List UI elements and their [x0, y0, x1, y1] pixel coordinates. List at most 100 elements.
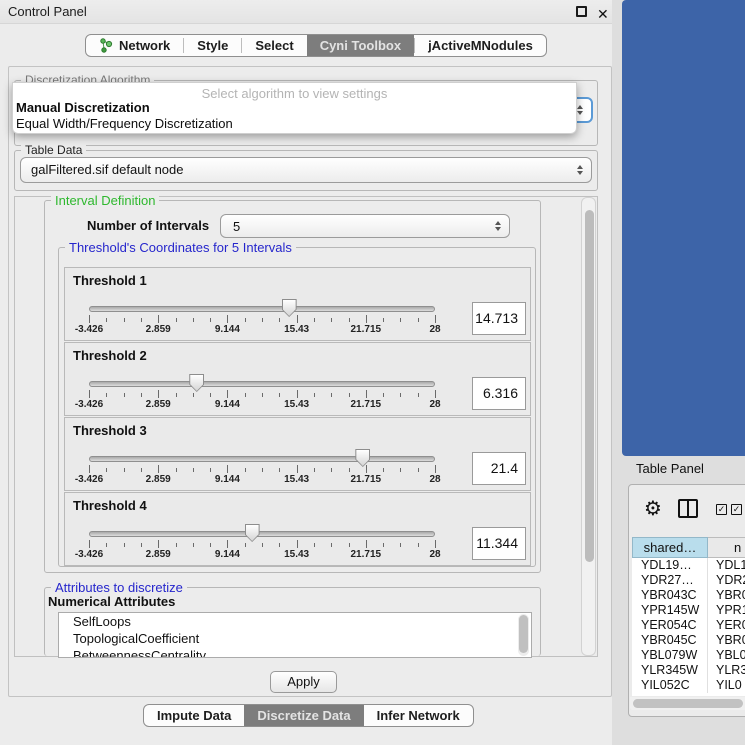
threshold-value-field[interactable]: 21.4 [472, 452, 526, 485]
cell-shared-name[interactable]: YPR145W [632, 603, 708, 618]
tab-infer-network[interactable]: Infer Network [364, 705, 473, 726]
top-tab-bar: Network Style Select Cyni Toolbox jActiv… [85, 34, 547, 57]
table-horizontal-scrollbar-thumb[interactable] [633, 699, 743, 708]
attribute-list-item[interactable]: TopologicalCoefficient [59, 630, 531, 647]
column-header-shared-name[interactable]: shared… [632, 537, 708, 558]
tick-label: 28 [429, 399, 440, 410]
tick-label: 2.859 [146, 324, 171, 335]
table-row[interactable]: YBL079WYBL0 [632, 648, 745, 663]
cell-name[interactable]: YLR3 [708, 663, 745, 678]
threshold-slider-track[interactable] [89, 531, 435, 537]
algorithm-popup-hint: Select algorithm to view settings [13, 83, 576, 100]
control-panel-title: Control Panel [8, 4, 87, 19]
cell-name[interactable]: YDR2 [708, 573, 745, 588]
cell-name[interactable]: YBR0 [708, 588, 745, 603]
cell-name[interactable]: YBL0 [708, 648, 745, 663]
cell-shared-name[interactable]: YDL19… [632, 558, 708, 573]
table-row[interactable]: YDL19…YDL1 [632, 558, 745, 573]
attribute-list-item[interactable]: BetweennessCentrality [59, 647, 531, 658]
cell-shared-name[interactable]: YBL079W [632, 648, 708, 663]
tick-label: -3.426 [75, 474, 103, 485]
tab-cyni-toolbox[interactable]: Cyni Toolbox [307, 35, 414, 56]
table-data-combobox[interactable]: galFiltered.sif default node [20, 157, 592, 183]
tick-label: -3.426 [75, 549, 103, 560]
table-horizontal-scrollbar[interactable] [630, 697, 745, 710]
threshold-value-field[interactable]: 14.713 [472, 302, 526, 335]
panel-scrollbar[interactable] [581, 197, 596, 656]
float-panel-icon[interactable] [576, 6, 587, 17]
tab-network[interactable]: Network [86, 35, 183, 56]
slider-ticks [89, 540, 435, 548]
cell-name[interactable]: YIL0 [708, 678, 745, 693]
cell-shared-name[interactable]: YBR043C [632, 588, 708, 603]
table-row[interactable]: YBR045CYBR0 [632, 633, 745, 648]
attribute-list-item[interactable]: SelfLoops [59, 613, 531, 630]
attributes-list-scrollbar-thumb[interactable] [519, 615, 528, 653]
tab-style[interactable]: Style [184, 35, 241, 56]
bottom-tab-bar: Impute Data Discretize Data Infer Networ… [143, 704, 474, 727]
slider-ticks [89, 315, 435, 323]
table-row[interactable]: YBR043CYBR0 [632, 588, 745, 603]
numerical-attributes-list[interactable]: SelfLoopsTopologicalCoefficientBetweenne… [58, 612, 532, 658]
table-panel-title: Table Panel [636, 461, 704, 476]
cell-shared-name[interactable]: YIL052C [632, 678, 708, 693]
tick-label: 9.144 [215, 324, 240, 335]
cell-name[interactable]: YDL1 [708, 558, 745, 573]
control-panel-titlebar: Control Panel ✕ [0, 0, 620, 24]
table-row[interactable]: YPR145WYPR1 [632, 603, 745, 618]
tick-label: 21.715 [351, 399, 382, 410]
threshold-panel-2: Threshold 2 -3.4262.8599.14415.4321.7152… [64, 342, 531, 416]
tick-label: 28 [429, 474, 440, 485]
num-intervals-label: Number of Intervals [87, 218, 209, 233]
network-icon [99, 38, 113, 53]
cell-shared-name[interactable]: YER054C [632, 618, 708, 633]
threshold-label: Threshold 2 [73, 348, 147, 363]
cell-shared-name[interactable]: YBR045C [632, 633, 708, 648]
table-row[interactable]: YDR27…YDR2 [632, 573, 745, 588]
tab-discretize-data[interactable]: Discretize Data [244, 705, 363, 726]
tick-label: 28 [429, 549, 440, 560]
slider-ticks [89, 390, 435, 398]
numerical-attributes-label: Numerical Attributes [48, 594, 175, 609]
tab-network-label: Network [119, 38, 170, 53]
column-header-name[interactable]: n [708, 537, 745, 558]
tick-label: 15.43 [284, 474, 309, 485]
attributes-list-scrollbar[interactable] [518, 614, 529, 656]
close-icon[interactable]: ✕ [597, 2, 609, 26]
control-panel: Control Panel ✕ Network Style Select Cyn… [0, 0, 620, 745]
combo-stepper-icon [577, 105, 583, 115]
cell-name[interactable]: YBR0 [708, 633, 745, 648]
tab-select[interactable]: Select [242, 35, 306, 56]
tick-label: -3.426 [75, 324, 103, 335]
threshold-value-field[interactable]: 11.344 [472, 527, 526, 560]
slider-tick-labels: -3.4262.8599.14415.4321.71528 [89, 549, 435, 561]
checkbox-icon[interactable]: ✓ [731, 504, 742, 515]
cell-shared-name[interactable]: YDR27… [632, 573, 708, 588]
algorithm-option-equal-width[interactable]: Equal Width/Frequency Discretization [13, 116, 576, 132]
threshold-slider-track[interactable] [89, 306, 435, 312]
table-row[interactable]: YER054CYER0 [632, 618, 745, 633]
cell-name[interactable]: YER0 [708, 618, 745, 633]
table-row[interactable]: YLR345WYLR3 [632, 663, 745, 678]
cell-shared-name[interactable]: YLR345W [632, 663, 708, 678]
tab-impute-data[interactable]: Impute Data [144, 705, 244, 726]
tick-label: 15.43 [284, 324, 309, 335]
gear-icon[interactable]: ⚙ [644, 496, 662, 521]
threshold-slider-track[interactable] [89, 381, 435, 387]
threshold-label: Threshold 3 [73, 423, 147, 438]
tab-jactivemnodules[interactable]: jActiveMNodules [415, 35, 546, 56]
split-columns-icon[interactable] [678, 499, 698, 518]
algorithm-dropdown-popup: Select algorithm to view settings Manual… [12, 82, 577, 134]
panel-scrollbar-thumb[interactable] [585, 210, 594, 562]
checkbox-icon[interactable]: ✓ [716, 504, 727, 515]
algorithm-option-manual[interactable]: Manual Discretization [13, 100, 576, 116]
network-view-window: GAL80GACGAL11GAL4GCY1HHAP2 [622, 0, 745, 456]
threshold-value-field[interactable]: 6.316 [472, 377, 526, 410]
threshold-slider-track[interactable] [89, 456, 435, 462]
threshold-label: Threshold 1 [73, 273, 147, 288]
cell-name[interactable]: YPR1 [708, 603, 745, 618]
table-row[interactable]: YIL052CYIL0 [632, 678, 745, 693]
num-intervals-combobox[interactable]: 5 [220, 214, 510, 238]
apply-button[interactable]: Apply [270, 671, 337, 693]
tick-label: 2.859 [146, 549, 171, 560]
